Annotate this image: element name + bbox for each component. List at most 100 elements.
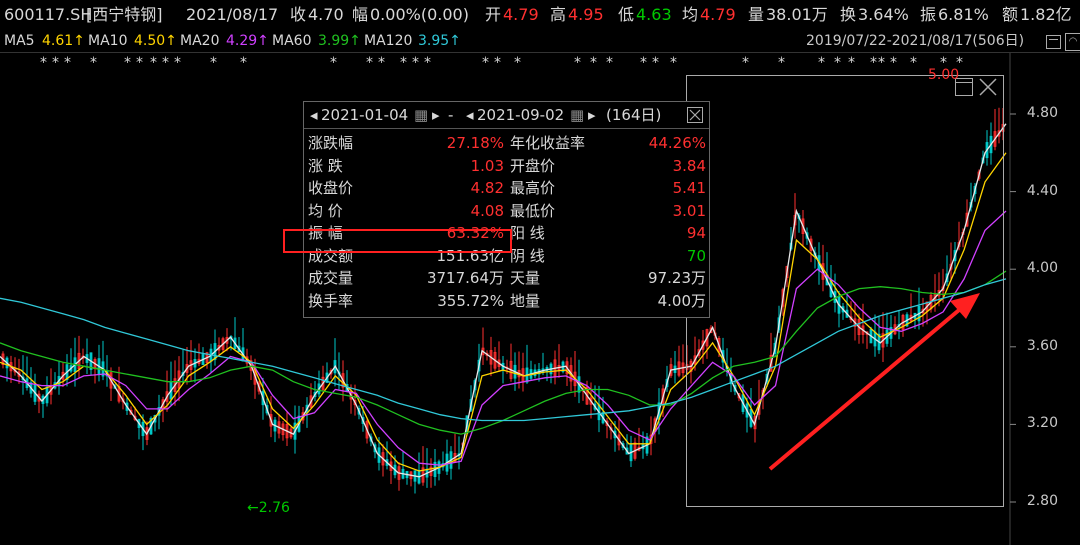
popup-end-date[interactable]: 2021-09-02 [477, 102, 564, 128]
signal-star: * [652, 55, 659, 71]
quote-date: 2021/08/17 [186, 5, 279, 24]
signal-star: * [162, 55, 169, 71]
signal-star: * [240, 55, 247, 71]
stat-value: 97.23万 [648, 269, 706, 287]
amplitude-label: 振 [920, 5, 937, 24]
high-label: 高 [550, 5, 567, 24]
stat-label: 成交量 [308, 269, 354, 287]
stat-row: 开盘价 3.84 [510, 155, 706, 178]
stat-row: 成交量 3717.64万 [308, 267, 504, 290]
amplitude-value: 6.81% [938, 5, 989, 24]
signal-star: * [640, 55, 647, 71]
next-end-icon[interactable]: ▸ [588, 102, 596, 128]
change-value: 0.00%(0.00) [370, 5, 469, 24]
signal-star: * [210, 55, 217, 71]
prev-end-icon[interactable]: ◂ [466, 102, 474, 128]
stat-label: 均 价 [308, 201, 343, 220]
signal-star: * [818, 55, 825, 71]
turnover-label: 换 [840, 5, 857, 24]
collapse-icon[interactable]: ◠ [1065, 33, 1080, 51]
stat-value: 94 [686, 224, 706, 242]
signal-star: * [870, 55, 877, 71]
y-tick-label: 4.40 [1026, 182, 1058, 199]
signal-star: * [366, 55, 373, 71]
popup-close-icon[interactable] [687, 107, 703, 123]
stock-code[interactable]: 600117.SH [4, 0, 92, 30]
stat-label: 换手率 [308, 291, 354, 310]
signal-star: * [136, 55, 143, 71]
start-calendar-icon[interactable]: ▦ [414, 102, 428, 128]
signal-star: * [574, 55, 581, 71]
stat-value: 4.82 [470, 179, 504, 197]
stat-value: 70 [686, 246, 706, 265]
signal-star: * [424, 55, 431, 71]
ma60-label[interactable]: MA60 [272, 30, 311, 52]
stat-row: 阳 线 94 [510, 222, 706, 245]
stat-row: 均 价 4.08 [308, 200, 504, 223]
stat-value: 5.41 [672, 179, 706, 197]
stat-label: 涨跌幅 [308, 134, 354, 152]
close-value: 4.70 [308, 5, 344, 24]
signal-star: * [890, 55, 897, 71]
ma5-label[interactable]: MA5 [4, 30, 35, 52]
low-label: 低 [618, 5, 635, 24]
stat-row: 最低价 3.01 [510, 200, 706, 223]
signal-star: * [514, 55, 521, 71]
turnover-value: 3.64% [858, 5, 909, 24]
date-range[interactable]: 2019/07/22-2021/08/17(506日) [806, 32, 1024, 50]
ma120-value: 3.95↑ [418, 33, 461, 49]
stat-row: 地量 4.00万 [510, 290, 706, 313]
ma120-label[interactable]: MA120 [364, 30, 412, 52]
stat-value: 44.26% [648, 134, 706, 152]
stat-label: 涨 跌 [308, 156, 343, 175]
change-label: 幅 [352, 5, 369, 24]
stat-label: 阳 线 [510, 224, 545, 242]
calendar-icon[interactable] [1046, 35, 1061, 49]
quote-bar: 600117.SH [西宁特钢] 2021/08/17 收 4.70 幅 0.0… [0, 0, 1080, 30]
stat-value: 4.00万 [657, 291, 706, 310]
stat-row: 涨 跌 1.03 [308, 155, 504, 178]
ma5-value: 4.61↑ [42, 33, 85, 49]
signal-star: * [494, 55, 501, 71]
end-calendar-icon[interactable]: ▦ [570, 102, 584, 128]
close-selection-icon[interactable] [978, 77, 998, 97]
selection-box[interactable] [686, 75, 1004, 507]
volume-label: 量 [748, 5, 765, 24]
stat-label: 开盘价 [510, 156, 556, 175]
stat-value: 1.03 [470, 156, 504, 175]
popup-start-date[interactable]: 2021-01-04 [321, 102, 408, 128]
stat-value: 4.08 [470, 201, 504, 220]
signal-star: * [90, 55, 97, 71]
high-value: 4.95 [568, 5, 604, 24]
signal-star: * [330, 55, 337, 71]
stat-row: 收盘价 4.82 [308, 177, 504, 200]
signal-star: * [834, 55, 841, 71]
signal-star: * [482, 55, 489, 71]
signal-star: * [412, 55, 419, 71]
low-value: 4.63 [636, 5, 672, 24]
stat-label: 最高价 [510, 179, 556, 197]
ma10-label[interactable]: MA10 [88, 30, 127, 52]
stock-name[interactable]: [西宁特钢] [86, 0, 163, 30]
interval-stats-popup: ◂ 2021-01-04 ▦ ▸ - ◂ 2021-09-02 ▦ ▸ (164… [303, 101, 710, 318]
stat-value: 3717.64万 [426, 269, 504, 287]
signal-star: * [40, 55, 47, 71]
next-start-icon[interactable]: ▸ [432, 102, 440, 128]
y-tick-label: 3.20 [1026, 415, 1058, 432]
open-value: 4.79 [503, 5, 539, 24]
signal-star: * [52, 55, 59, 71]
prev-start-icon[interactable]: ◂ [310, 102, 318, 128]
popup-dash: - [448, 106, 454, 124]
y-tick-label: 4.80 [1026, 105, 1058, 121]
signal-star: * [742, 55, 749, 71]
volume-value: 38.01万 [766, 5, 828, 24]
stat-row: 天量 97.23万 [510, 267, 706, 290]
y-tick-label: 2.80 [1026, 493, 1058, 509]
ma20-label[interactable]: MA20 [180, 30, 219, 52]
stat-row: 涨跌幅 27.18% [308, 132, 504, 155]
y-tick-label: 3.60 [1026, 337, 1058, 354]
signal-star: * [606, 55, 613, 71]
signal-star: * [378, 55, 385, 71]
ma10-value: 4.50↑ [134, 33, 177, 49]
stat-value: 27.18% [446, 134, 504, 152]
